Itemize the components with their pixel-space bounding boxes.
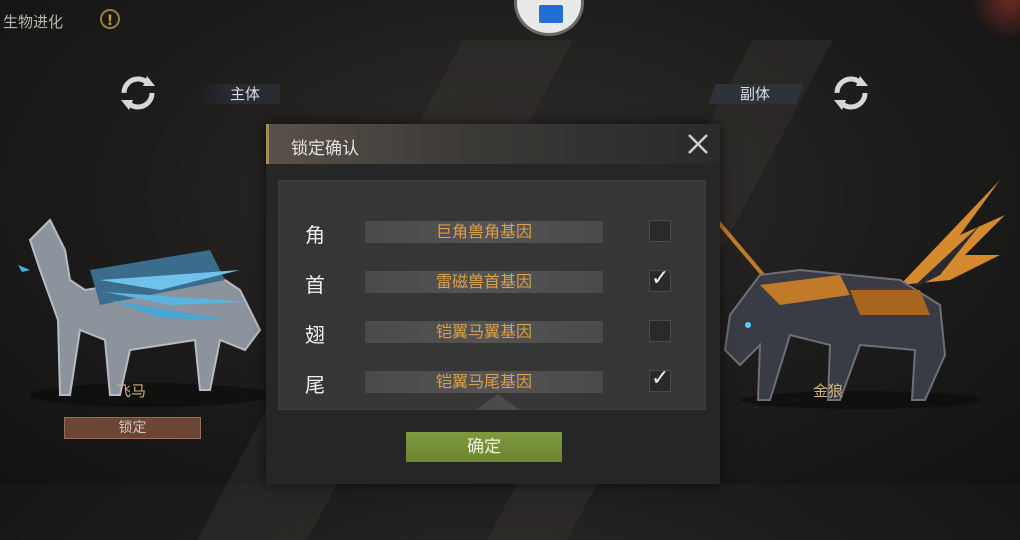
gene-row: 首 雷磁兽首基因 ✓ <box>279 266 707 297</box>
checkmark-icon: ✓ <box>651 266 670 291</box>
dialog-header: 锁定确认 <box>266 124 720 164</box>
part-label: 尾 <box>305 373 325 397</box>
part-label: 翅 <box>305 323 325 347</box>
close-icon[interactable] <box>686 132 710 156</box>
exclamation-circle-icon[interactable]: ! <box>100 9 120 29</box>
gene-name: 雷磁兽首基因 <box>365 271 603 293</box>
gene-checkbox[interactable] <box>649 220 671 242</box>
creature-golden-wolf-image[interactable] <box>700 175 1010 410</box>
lock-confirm-dialog: 锁定确认 角 巨角兽角基因 首 雷磁兽首基因 ✓ 翅 铠翼马翼基因 尾 铠翼马尾… <box>266 124 720 484</box>
bookmark-icon <box>539 5 563 23</box>
gene-row: 尾 铠翼马尾基因 ✓ <box>279 366 707 397</box>
checkmark-icon: ✓ <box>651 366 670 391</box>
main-slot-label: 主体 <box>200 84 280 104</box>
sub-creature-name: 金狼 <box>813 382 844 400</box>
gene-row: 翅 铠翼马翼基因 <box>279 317 707 347</box>
page-title: 生物进化 <box>3 13 64 31</box>
gene-name: 铠翼马尾基因 <box>365 371 603 393</box>
gene-name: 铠翼马翼基因 <box>365 321 603 343</box>
part-label: 角 <box>305 223 325 247</box>
corner-glow <box>970 0 1020 40</box>
center-menu-button[interactable] <box>514 0 584 36</box>
creature-pegasus-image[interactable] <box>10 210 290 410</box>
gene-checkbox[interactable] <box>649 320 671 342</box>
gene-name: 巨角兽角基因 <box>365 221 603 243</box>
main-refresh-icon[interactable] <box>117 72 159 114</box>
gene-checkbox[interactable]: ✓ <box>649 266 671 292</box>
dialog-title: 锁定确认 <box>291 139 359 159</box>
up-arrow-icon <box>476 394 520 410</box>
lock-button[interactable]: 锁定 <box>64 417 201 439</box>
gene-row: 角 巨角兽角基因 <box>279 217 707 247</box>
gene-checkbox[interactable]: ✓ <box>649 366 671 392</box>
main-creature-name: 飞马 <box>116 382 147 400</box>
gene-list-panel: 角 巨角兽角基因 首 雷磁兽首基因 ✓ 翅 铠翼马翼基因 尾 铠翼马尾基因 ✓ <box>278 180 706 410</box>
sub-refresh-icon[interactable] <box>830 72 872 114</box>
part-label: 首 <box>305 273 325 297</box>
confirm-button[interactable]: 确定 <box>406 432 562 462</box>
sub-slot-label: 副体 <box>708 84 804 104</box>
